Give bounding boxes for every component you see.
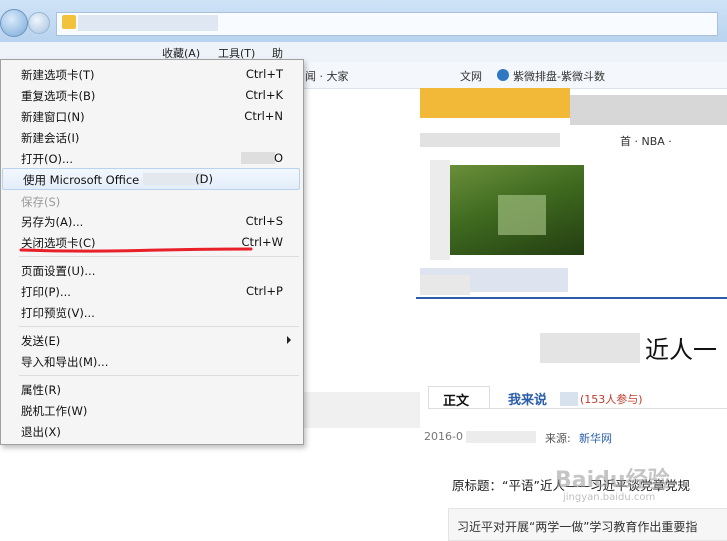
header-rule xyxy=(416,297,727,299)
page-favicon-icon xyxy=(62,15,76,29)
breadcrumb-tail: 首 · NBA · xyxy=(620,135,672,148)
source-link[interactable]: 新华网 xyxy=(579,430,612,446)
tab-article[interactable]: 正文 xyxy=(428,386,490,409)
breadcrumb-redaction xyxy=(420,133,560,147)
menu-item-save[interactable]: 保存(S) xyxy=(1,191,301,211)
headline: 近人一 xyxy=(645,336,717,364)
forward-button[interactable] xyxy=(28,12,50,34)
menu-item-edit-with-office[interactable]: 使用 Microsoft Office (D) xyxy=(2,168,300,190)
date-redaction xyxy=(466,431,536,443)
menu-item-print-preview[interactable]: 打印预览(V)... xyxy=(1,302,301,322)
tab-redaction xyxy=(560,392,578,406)
menu-item-new-session[interactable]: 新建会话(I) xyxy=(1,127,301,147)
menu-separator xyxy=(19,375,299,376)
menu-separator xyxy=(19,326,299,327)
menu-item-open[interactable]: 打开(O)... O xyxy=(1,148,301,168)
file-menu: 新建选项卡(T) Ctrl+T 重复选项卡(B) Ctrl+K 新建窗口(N) … xyxy=(0,59,304,445)
publish-date: 2016-0 xyxy=(424,430,463,443)
watermark-url: jingyan.baidu.com xyxy=(563,492,656,503)
menu-item-exit[interactable]: 退出(X) xyxy=(1,421,301,441)
menu-item-import-export[interactable]: 导入和导出(M)... xyxy=(1,351,301,371)
banner-redaction xyxy=(420,88,570,118)
source-label: 来源: xyxy=(545,432,571,445)
submenu-arrow-icon xyxy=(287,336,291,344)
fav-item-wen[interactable]: 文网 xyxy=(460,68,482,84)
menu-item-work-offline[interactable]: 脱机工作(W) xyxy=(1,400,301,420)
menu-item-close-tab[interactable]: 关闭选项卡(C) Ctrl+W xyxy=(1,232,301,252)
banner-redaction xyxy=(570,95,727,125)
comment-count[interactable]: (153人参与) xyxy=(580,391,643,407)
menu-item-properties[interactable]: 属性(R) xyxy=(1,379,301,399)
image-redaction xyxy=(498,195,546,235)
shortcut-redaction xyxy=(241,152,275,164)
menu-item-new-window[interactable]: 新建窗口(N) Ctrl+N xyxy=(1,106,301,126)
page-redaction xyxy=(420,275,470,295)
body-text: 习近平对开展“两学一做”学习教育作出重要指 xyxy=(457,520,698,534)
menu-item-send[interactable]: 发送(E) xyxy=(1,330,301,350)
menu-item-duplicate-tab[interactable]: 重复选项卡(B) Ctrl+K xyxy=(1,85,301,105)
page-redaction xyxy=(300,392,420,428)
fav-item-ziwei[interactable]: 紫微排盘-紫微斗数 xyxy=(513,68,605,84)
headline-redaction xyxy=(540,333,640,363)
fav-item-news[interactable]: 闻 · 大家 xyxy=(305,68,349,84)
label-redaction xyxy=(143,173,203,185)
image-side-redaction xyxy=(430,160,450,260)
menu-item-save-as[interactable]: 另存为(A)... Ctrl+S xyxy=(1,211,301,231)
watermark-brand: Baidu经验 xyxy=(555,468,670,493)
tab-article-label: 正文 xyxy=(443,394,470,409)
menu-separator xyxy=(19,256,299,257)
menu-item-new-tab[interactable]: 新建选项卡(T) Ctrl+T xyxy=(1,64,301,84)
address-redaction xyxy=(78,15,218,31)
menu-item-print[interactable]: 打印(P)... Ctrl+P xyxy=(1,281,301,301)
body-quote: 习近平对开展“两学一做”学习教育作出重要指 xyxy=(448,508,727,541)
globe-icon xyxy=(497,69,509,81)
tab-comment[interactable]: 我来说 xyxy=(508,389,547,408)
menu-item-page-setup[interactable]: 页面设置(U)... xyxy=(1,260,301,280)
back-button[interactable] xyxy=(0,9,28,37)
tab-rule xyxy=(428,408,727,409)
